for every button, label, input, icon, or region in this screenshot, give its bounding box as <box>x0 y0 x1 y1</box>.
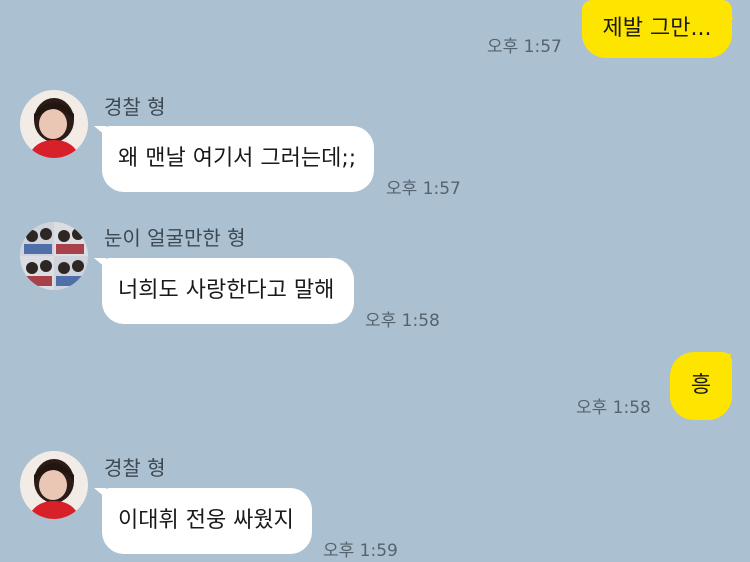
message-timestamp: 오후 1:57 <box>487 37 562 57</box>
message-timestamp: 오후 1:58 <box>365 311 440 331</box>
chat-room[interactable]: 오후 1:57 제발 그만... 경찰 형 왜 맨날 여기서 그러는데;; 오후… <box>0 0 750 562</box>
red-shirt-avatar-icon[interactable] <box>20 451 88 519</box>
message-bubble[interactable]: 흥 <box>670 352 732 420</box>
group-photo-avatar-icon[interactable] <box>20 222 88 290</box>
sender-name: 경찰 형 <box>104 456 166 480</box>
message-bubble[interactable]: 제발 그만... <box>582 0 732 58</box>
message-timestamp: 오후 1:57 <box>386 179 461 199</box>
message-bubble[interactable]: 너희도 사랑한다고 말해 <box>102 258 354 324</box>
message-timestamp: 오후 1:59 <box>323 541 398 561</box>
sender-name: 눈이 얼굴만한 형 <box>104 226 246 250</box>
sender-name: 경찰 형 <box>104 95 166 119</box>
message-timestamp: 오후 1:58 <box>576 398 651 418</box>
message-bubble[interactable]: 왜 맨날 여기서 그러는데;; <box>102 126 374 192</box>
message-bubble[interactable]: 이대휘 전웅 싸웠지 <box>102 488 312 554</box>
red-shirt-avatar-icon[interactable] <box>20 90 88 158</box>
